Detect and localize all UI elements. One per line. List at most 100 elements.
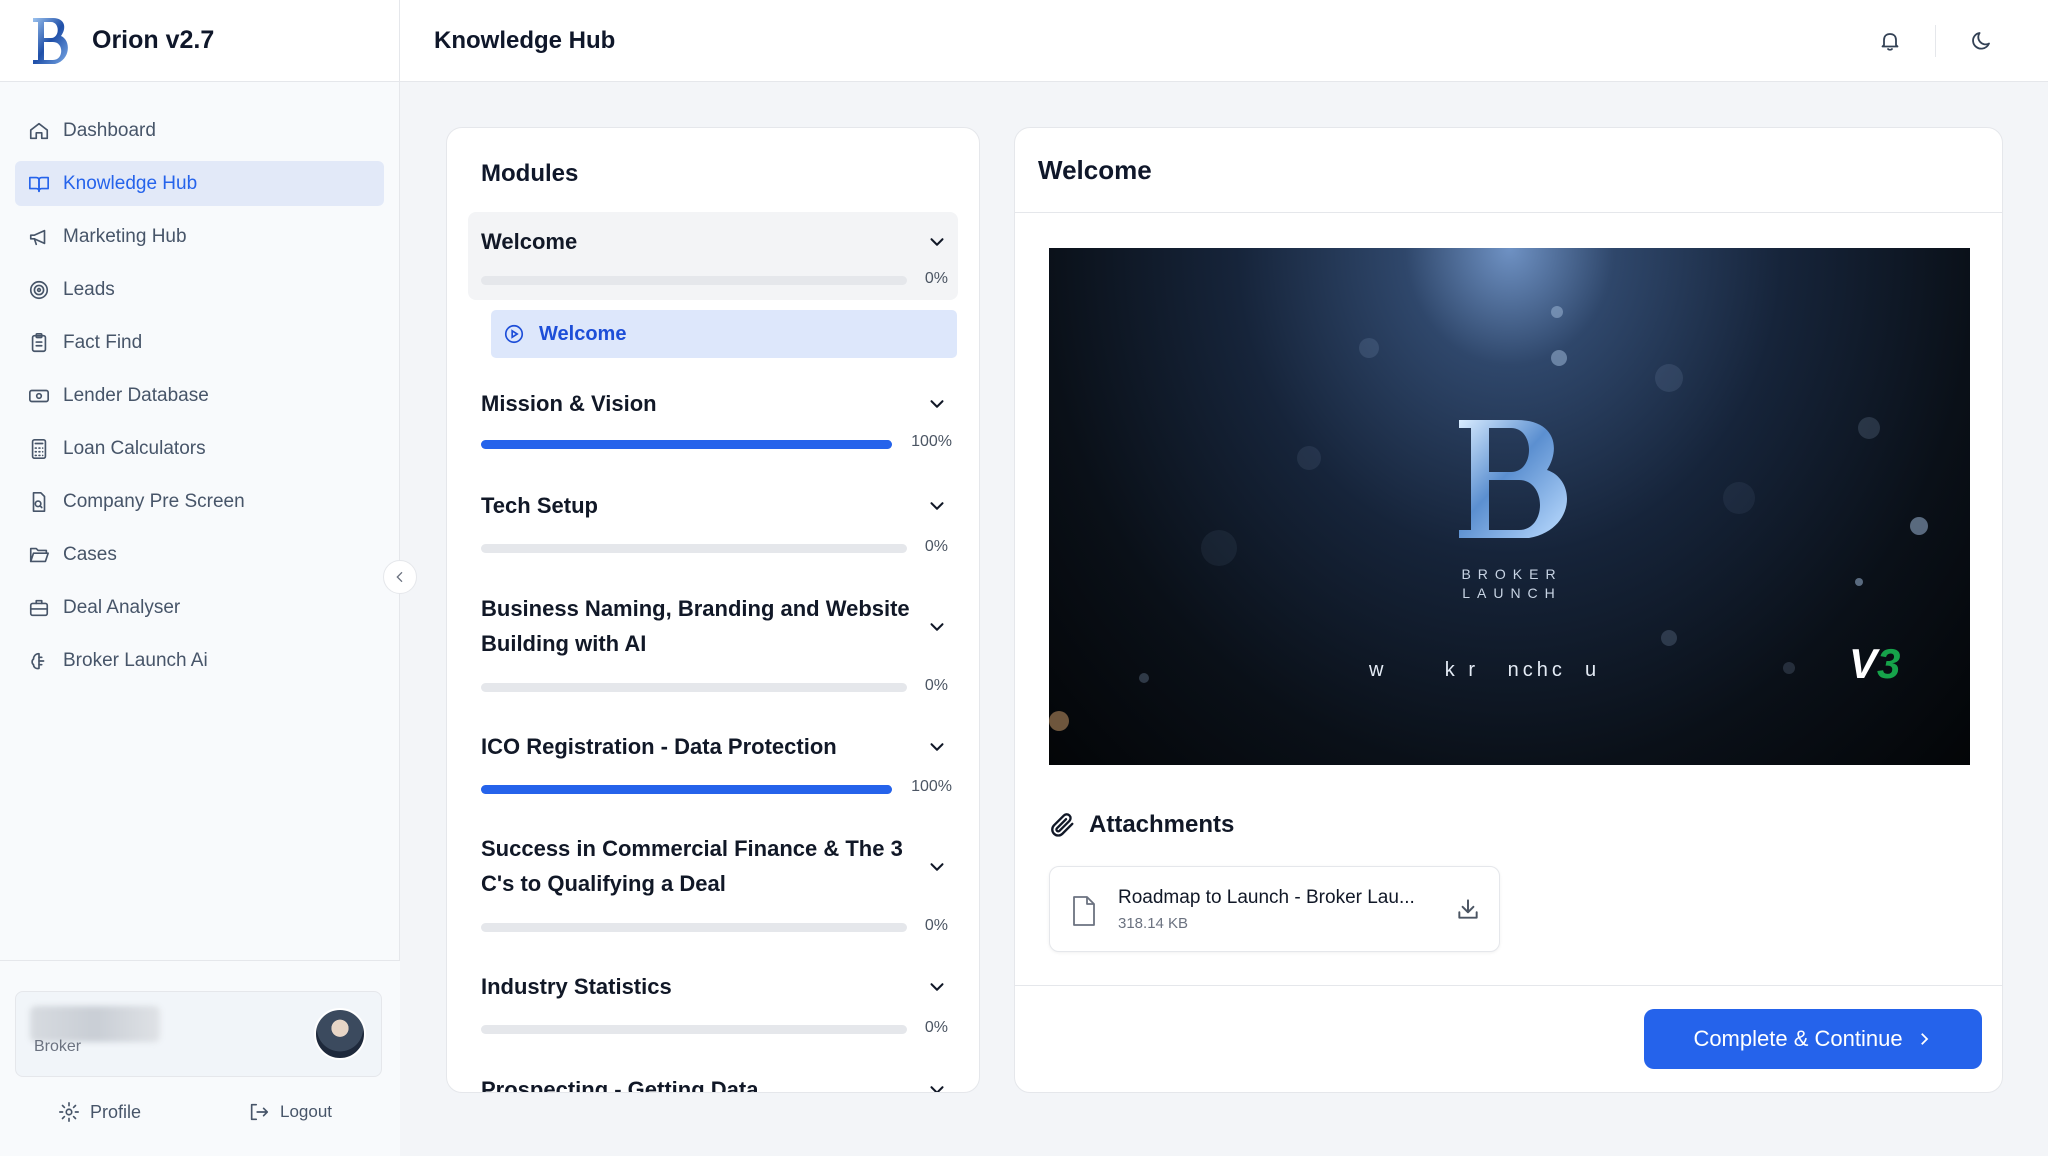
progress-bar xyxy=(481,785,892,794)
chevron-down-icon[interactable] xyxy=(926,736,948,758)
lesson-welcome[interactable]: Welcome xyxy=(491,310,957,358)
module-title: Success in Commercial Finance & The 3 C'… xyxy=(481,836,903,896)
module-title: Industry Statistics xyxy=(481,974,672,999)
module-prospecting[interactable]: Prospecting - Getting Data xyxy=(468,1072,958,1093)
content-panel: Welcome BROKER LAUNCH w k r nchc u V3 At… xyxy=(1014,127,2003,1093)
moon-icon xyxy=(1972,32,1990,50)
avatar[interactable] xyxy=(314,1008,366,1060)
module-mission-vision[interactable]: Mission & Vision 100% xyxy=(468,386,958,466)
sidebar-item-label: Cases xyxy=(63,543,117,565)
progress-label: 0% xyxy=(924,538,948,555)
complete-continue-button[interactable]: Complete & Continue xyxy=(1644,1009,1982,1069)
sidebar-item-fact-find[interactable]: Fact Find xyxy=(15,320,384,365)
progress-bar xyxy=(481,544,907,553)
chevron-down-icon[interactable] xyxy=(926,495,948,517)
attachment-size: 318.14 KB xyxy=(1118,915,1189,932)
sidebar-item-leads[interactable]: Leads xyxy=(15,267,384,312)
module-title: Prospecting - Getting Data xyxy=(481,1077,759,1093)
sidebar-item-loan-calculators[interactable]: Loan Calculators xyxy=(15,426,384,471)
home-icon xyxy=(27,119,51,143)
sidebar-item-dashboard[interactable]: Dashboard xyxy=(15,108,384,153)
attachments-header: Attachments xyxy=(1049,811,1234,839)
sidebar-item-company-pre-screen[interactable]: Company Pre Screen xyxy=(15,479,384,524)
sidebar-item-label: Company Pre Screen xyxy=(63,490,245,512)
sidebar-item-cases[interactable]: Cases xyxy=(15,532,384,577)
play-circle-icon xyxy=(504,324,524,344)
video-frame: BROKER LAUNCH w k r nchc u V3 xyxy=(1049,248,1928,731)
progress-label: 100% xyxy=(911,433,952,450)
megaphone-icon xyxy=(27,225,51,249)
progress-label: 100% xyxy=(911,778,952,795)
brand[interactable]: Orion v2.7 xyxy=(0,0,399,82)
module-industry-statistics[interactable]: Industry Statistics 0% xyxy=(468,969,958,1049)
chevron-down-icon[interactable] xyxy=(926,616,948,638)
sidebar-item-broker-launch-ai[interactable]: Broker Launch Ai xyxy=(15,638,384,683)
module-business-naming[interactable]: Business Naming, Branding and Website Bu… xyxy=(468,591,958,711)
download-button[interactable] xyxy=(1455,896,1483,924)
module-title: Welcome xyxy=(481,229,578,254)
module-title: Tech Setup xyxy=(481,493,598,518)
progress-label: 0% xyxy=(924,1019,948,1036)
logout-button[interactable]: Logout xyxy=(248,1101,332,1123)
sidebar-item-deal-analyser[interactable]: Deal Analyser xyxy=(15,585,384,630)
complete-continue-label: Complete & Continue xyxy=(1693,1026,1903,1051)
footer-actions: Profile Logout xyxy=(0,1101,400,1135)
briefcase-icon xyxy=(27,596,51,620)
modules-panel: Modules Welcome 0% Welcome Mission & Vis… xyxy=(446,127,980,1093)
folder-open-icon xyxy=(27,543,51,567)
page-title: Knowledge Hub xyxy=(434,26,616,54)
module-title: Mission & Vision xyxy=(481,391,657,416)
profile-button[interactable]: Profile xyxy=(58,1101,141,1123)
top-bar-actions xyxy=(1867,18,2004,64)
sidebar-item-label: Knowledge Hub xyxy=(63,172,198,194)
progress-label: 0% xyxy=(924,270,948,287)
chevron-down-icon[interactable] xyxy=(926,393,948,415)
user-name-redacted xyxy=(30,1006,160,1042)
sidebar-item-label: Deal Analyser xyxy=(63,596,181,618)
sidebar-item-marketing-hub[interactable]: Marketing Hub xyxy=(15,214,384,259)
theme-toggle-button[interactable] xyxy=(1958,18,2004,64)
gear-icon xyxy=(59,1102,79,1122)
module-ico-registration[interactable]: ICO Registration - Data Protection 100% xyxy=(468,729,958,809)
video-logo-line1: BROKER xyxy=(1461,566,1562,582)
progress-bar xyxy=(481,1025,907,1034)
user-role: Broker xyxy=(34,1038,82,1055)
sidebar-item-label: Loan Calculators xyxy=(63,437,206,459)
attachment-name: Roadmap to Launch - Broker Lau... xyxy=(1118,887,1415,908)
chevron-down-icon[interactable] xyxy=(926,1079,948,1092)
attachment-card[interactable]: Roadmap to Launch - Broker Lau... 318.14… xyxy=(1049,866,1500,952)
file-icon xyxy=(1070,895,1098,927)
module-title: Business Naming, Branding and Website Bu… xyxy=(481,596,910,656)
content-header: Welcome xyxy=(1015,128,2002,213)
module-title: ICO Registration - Data Protection xyxy=(481,734,837,759)
user-card[interactable]: Broker xyxy=(15,991,382,1077)
video-player[interactable]: BROKER LAUNCH w k r nchc u V3 xyxy=(1049,248,1970,765)
progress-bar xyxy=(481,276,907,285)
module-commercial-finance[interactable]: Success in Commercial Finance & The 3 C'… xyxy=(468,831,958,951)
collapse-sidebar-button[interactable] xyxy=(383,560,417,594)
chevron-right-icon xyxy=(1920,1033,1928,1045)
sidebar-item-knowledge-hub[interactable]: Knowledge Hub xyxy=(15,161,384,206)
sidebar-item-lender-database[interactable]: Lender Database xyxy=(15,373,384,418)
chevron-down-icon[interactable] xyxy=(926,856,948,878)
chevron-down-icon[interactable] xyxy=(926,976,948,998)
progress-label: 0% xyxy=(924,917,948,934)
top-bar: Knowledge Hub xyxy=(400,0,2048,82)
module-welcome[interactable]: Welcome 0% xyxy=(468,212,958,300)
file-search-icon xyxy=(27,490,51,514)
chevron-down-icon[interactable] xyxy=(926,231,948,253)
bell-icon xyxy=(1881,33,1899,51)
video-url-text: w k r nchc u xyxy=(1368,659,1600,681)
sidebar-item-label: Fact Find xyxy=(63,331,143,353)
app-title: Orion v2.7 xyxy=(92,26,215,54)
content-footer: Complete & Continue xyxy=(1015,985,2002,1092)
notifications-button[interactable] xyxy=(1867,18,1913,64)
book-open-icon xyxy=(27,172,51,196)
progress-bar xyxy=(481,440,892,449)
module-tech-setup[interactable]: Tech Setup 0% xyxy=(468,488,958,568)
chevron-left-icon xyxy=(396,571,403,583)
sidebar: Orion v2.7 Dashboard Knowledge Hub Marke… xyxy=(0,0,400,1156)
sidebar-nav: Dashboard Knowledge Hub Marketing Hub Le… xyxy=(0,82,399,683)
profile-label: Profile xyxy=(90,1101,142,1122)
logout-icon xyxy=(250,1103,269,1121)
